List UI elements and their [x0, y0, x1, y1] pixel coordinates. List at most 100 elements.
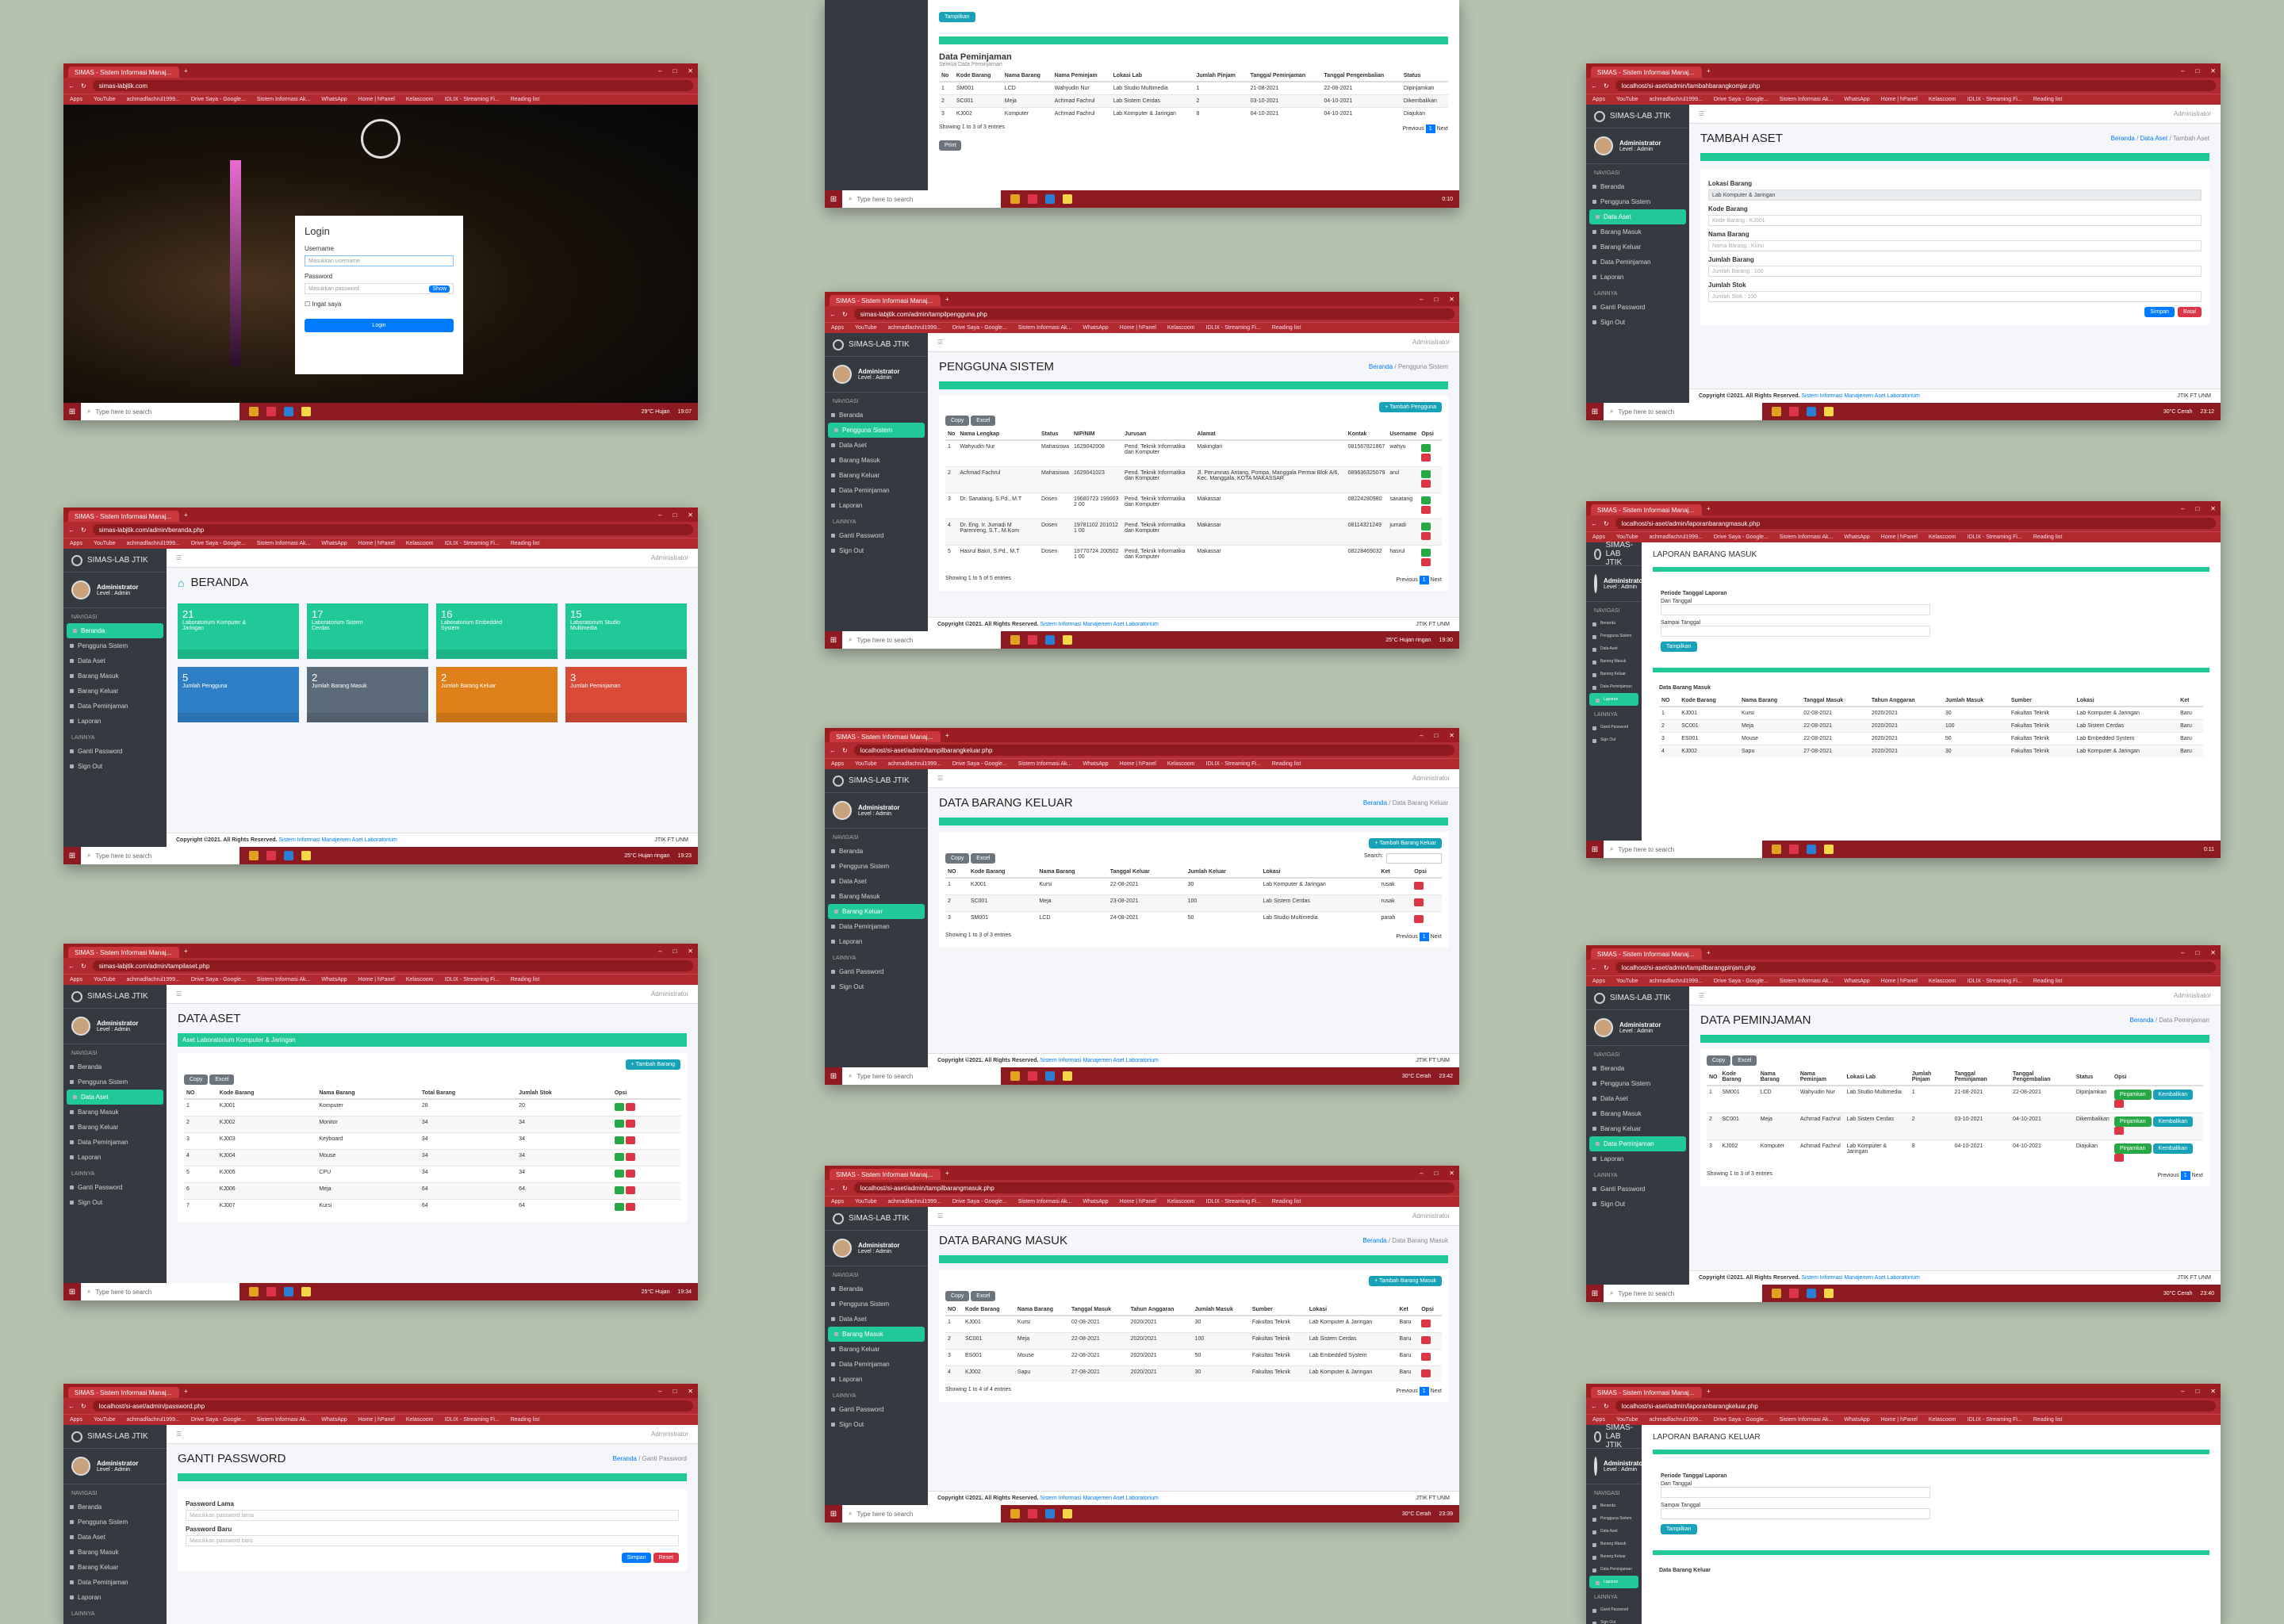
windows-start-icon[interactable]: ⊞ — [63, 1283, 81, 1300]
maximize-icon[interactable]: □ — [2195, 1388, 2199, 1395]
kembalikan-button[interactable]: Kembalikan — [2152, 1090, 2194, 1100]
back-icon[interactable]: ← — [68, 963, 75, 970]
sidebar-item[interactable]: Barang Masuk — [1586, 224, 1689, 239]
sidebar-brand[interactable]: SIMAS-LAB JTIK — [1586, 105, 1689, 128]
sidebar-item[interactable]: Pengguna Sistem — [63, 1515, 167, 1530]
bookmark-item[interactable]: Apps — [831, 325, 844, 331]
back-icon[interactable]: ← — [830, 1185, 836, 1192]
bookmark-item[interactable]: Drive Saya - Google... — [1714, 534, 1769, 540]
prev-button[interactable]: Previous — [1396, 1388, 1417, 1394]
bookmark-item[interactable]: Drive Saya - Google... — [952, 325, 1007, 331]
new-tab-icon[interactable]: + — [184, 67, 188, 75]
sidebar-item[interactable]: Sign Out — [825, 543, 928, 558]
bookmark-item[interactable]: YouTube — [1616, 1417, 1638, 1423]
bookmark-item[interactable]: Home | hPanel — [358, 541, 395, 546]
bookmark-item[interactable]: Sistem Informasi Ak... — [257, 541, 311, 546]
column-header[interactable]: Ket — [2178, 695, 2203, 707]
save-button[interactable]: Simpan — [621, 1553, 652, 1563]
copy-button[interactable]: Copy — [945, 853, 970, 864]
bookmark-item[interactable]: achmadfachrul1999... — [1649, 97, 1702, 102]
bookmark-item[interactable]: Apps — [70, 97, 82, 102]
column-header[interactable]: Nama Barang — [1037, 867, 1108, 879]
url-field[interactable]: simas-labjtik.com/admin/tampilpengguna.p… — [853, 308, 1454, 320]
column-header[interactable]: Tanggal Peminjaman — [1247, 71, 1322, 82]
close-icon[interactable]: ✕ — [688, 1388, 693, 1395]
maximize-icon[interactable]: □ — [1434, 296, 1438, 303]
delete-button[interactable] — [1421, 1353, 1431, 1361]
column-header[interactable]: Total Barang — [419, 1088, 517, 1100]
menu-toggle-icon[interactable]: ☰ — [937, 1212, 943, 1220]
column-header[interactable]: NO — [945, 867, 968, 879]
stat-footer[interactable] — [178, 649, 299, 659]
bookmark-item[interactable]: Sistem Informasi Ak... — [1780, 1417, 1834, 1423]
sidebar-item[interactable]: Ganti Password — [825, 1402, 928, 1417]
from-date-input[interactable] — [1661, 1487, 1930, 1498]
column-header[interactable]: Status — [2073, 1069, 2112, 1086]
bookmark-item[interactable]: Drive Saya - Google... — [1714, 97, 1769, 102]
taskbar-search[interactable]: ⌕ Type here to search — [842, 190, 1001, 208]
windows-start-icon[interactable]: ⊞ — [825, 631, 842, 649]
bookmark-item[interactable]: WhatsApp — [1083, 325, 1108, 331]
delete-button[interactable] — [625, 1153, 635, 1161]
sidebar-item[interactable]: Sign Out — [1586, 1197, 1689, 1212]
column-header[interactable]: Opsi — [2111, 1069, 2203, 1086]
bookmark-item[interactable]: achmadfachrul1999... — [887, 761, 941, 767]
sidebar-item[interactable]: Barang Masuk — [1586, 655, 1642, 668]
bookmark-item[interactable]: Home | hPanel — [358, 977, 395, 982]
sidebar-item[interactable]: Sign Out — [1586, 315, 1689, 330]
reload-icon[interactable]: ↻ — [1604, 1403, 1609, 1410]
browser-tab[interactable]: SIMAS - Sistem Informasi Manaj... — [830, 731, 941, 742]
sidebar-item[interactable]: Beranda — [1586, 179, 1689, 194]
sidebar-item[interactable]: Pengguna Sistem — [63, 1074, 167, 1090]
browser-tab[interactable]: SIMAS - Sistem Informasi Manaj... — [68, 511, 179, 522]
edit-button[interactable] — [1421, 523, 1431, 530]
delete-button[interactable] — [625, 1136, 635, 1144]
sidebar-item[interactable]: Barang Keluar — [1586, 1121, 1689, 1136]
column-header[interactable]: Nama Barang — [1014, 1304, 1069, 1316]
browser-tab[interactable]: SIMAS - Sistem Informasi Manaj... — [1591, 948, 1702, 959]
page-1-button[interactable]: 1 — [1419, 576, 1429, 584]
stat-box[interactable]: 17 Laboratorium Sistem Cerdas — [307, 603, 428, 659]
bookmark-item[interactable]: Sistem Informasi Ak... — [257, 977, 311, 982]
bookmark-item[interactable]: Home | hPanel — [1120, 761, 1156, 767]
bookmark-item[interactable]: achmadfachrul1999... — [1649, 1417, 1702, 1423]
browser-tab[interactable]: SIMAS - Sistem Informasi Manaj... — [1591, 504, 1702, 515]
sidebar-item[interactable]: Pengguna Sistem — [1586, 1076, 1689, 1091]
sidebar-item[interactable]: Data Peminjaman — [1586, 680, 1642, 693]
taskbar-search[interactable]: ⌕ Type here to search — [842, 631, 1001, 649]
bookmark-item[interactable]: Drive Saya - Google... — [191, 977, 246, 982]
bookmark-item[interactable]: Kelascoom — [406, 97, 434, 102]
sidebar-item[interactable]: Barang Masuk — [1586, 1538, 1642, 1550]
bookmark-item[interactable]: Home | hPanel — [1881, 1417, 1918, 1423]
browser-tab[interactable]: SIMAS - Sistem Informasi Manaj... — [68, 67, 179, 78]
sidebar-item[interactable]: Barang Masuk — [63, 1105, 167, 1120]
close-icon[interactable]: ✕ — [688, 67, 693, 75]
maximize-icon[interactable]: □ — [1434, 1170, 1438, 1177]
form-input[interactable]: Jumlah Stok : 100 — [1708, 291, 2202, 302]
from-date-input[interactable] — [1661, 604, 1930, 615]
sidebar-item[interactable]: Data Peminjaman — [63, 699, 167, 714]
column-header[interactable]: Ket — [1397, 1304, 1420, 1316]
url-field[interactable]: localhost/si-aset/admin/tampilbarangmasu… — [853, 1182, 1454, 1193]
bookmark-item[interactable]: IDLIX - Streaming Fi... — [1206, 325, 1261, 331]
sidebar-item[interactable]: Barang Keluar — [1586, 668, 1642, 680]
column-header[interactable]: Nama Peminjam — [1052, 71, 1111, 82]
stat-box[interactable]: 5 Jumlah Pengguna — [178, 667, 299, 722]
new-tab-icon[interactable]: + — [184, 948, 188, 955]
bookmark-item[interactable]: Drive Saya - Google... — [191, 541, 246, 546]
excel-button[interactable]: Excel — [971, 853, 996, 864]
windows-start-icon[interactable]: ⊞ — [825, 190, 842, 208]
bookmark-item[interactable]: WhatsApp — [321, 541, 347, 546]
column-header[interactable]: NO — [945, 1304, 963, 1316]
minimize-icon[interactable]: – — [658, 511, 661, 519]
new-tab-icon[interactable]: + — [1707, 1388, 1711, 1395]
edit-button[interactable] — [1421, 549, 1431, 557]
reload-icon[interactable]: ↻ — [81, 527, 86, 534]
add-barang-keluar-button[interactable]: + Tambah Barang Keluar — [1369, 838, 1442, 848]
column-header[interactable]: NIP/NIM — [1071, 429, 1123, 441]
sidebar-item[interactable]: Data Aset — [63, 1530, 167, 1545]
sidebar-item[interactable]: Data Peminjaman — [825, 483, 928, 498]
taskbar-search[interactable]: ⌕ Type here to search — [842, 1505, 1001, 1522]
to-date-input[interactable] — [1661, 626, 1930, 637]
save-button[interactable]: Simpan — [2144, 307, 2175, 317]
